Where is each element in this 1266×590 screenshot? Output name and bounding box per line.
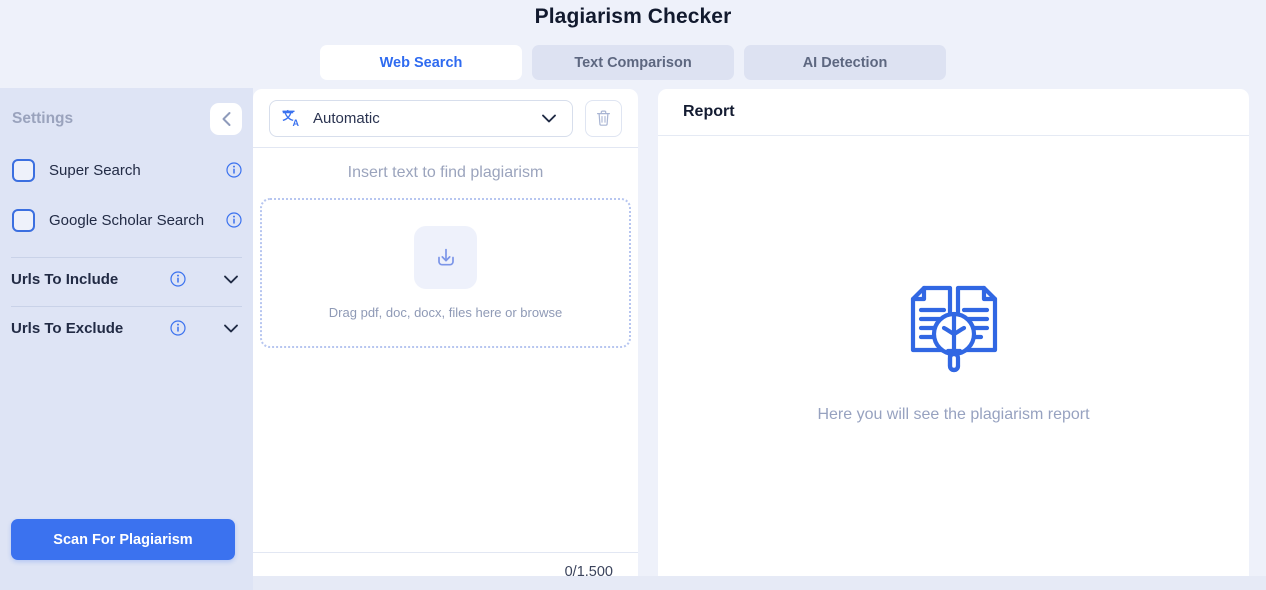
report-title: Report: [683, 103, 735, 120]
main-content: Settings Super Search Google Scholar Sea…: [0, 88, 1266, 590]
page-title: Plagiarism Checker: [534, 5, 732, 28]
translate-icon: 文 A: [282, 109, 300, 128]
info-icon[interactable]: [226, 162, 242, 178]
chevron-down-icon[interactable]: [538, 107, 560, 129]
setting-google-scholar-search[interactable]: Google Scholar Search: [11, 205, 242, 235]
dropzone-text: Drag pdf, doc, docx, files here or brows…: [328, 305, 563, 320]
settings-sidebar: Settings Super Search Google Scholar Sea…: [0, 88, 253, 590]
documents-magnifier-icon: [910, 285, 997, 373]
urls-to-exclude-label: Urls To Exclude: [11, 319, 124, 337]
editor-body[interactable]: Insert text to find plagiarism Drag pdf,…: [253, 148, 638, 552]
urls-to-include-label: Urls To Include: [11, 270, 119, 288]
chevron-left-icon: [222, 112, 230, 126]
insert-text-hint: Insert text to find plagiarism: [347, 164, 544, 181]
chevron-down-icon[interactable]: [220, 317, 242, 339]
report-empty-text: Here you will see the plagiarism report: [817, 406, 1090, 423]
trash-icon: [597, 110, 610, 126]
upload-icon-tile: [414, 226, 477, 289]
chevron-down-icon[interactable]: [220, 268, 242, 290]
bottom-strip: [0, 576, 1266, 590]
super-search-label: Super Search: [49, 161, 141, 179]
bottom-strip-sidebar-fill: [0, 576, 253, 590]
report-panel: Report Here you will see the plagiarism …: [658, 89, 1249, 590]
section-urls-to-include[interactable]: Urls To Include: [11, 258, 242, 300]
super-search-checkbox[interactable]: [12, 158, 35, 182]
sidebar-header: Settings: [11, 88, 242, 135]
info-icon[interactable]: [226, 212, 242, 228]
setting-super-search[interactable]: Super Search: [11, 155, 242, 185]
tab-ai-detection[interactable]: AI Detection: [744, 45, 946, 80]
info-icon[interactable]: [170, 271, 186, 287]
app-header: Plagiarism Checker Web Search Text Compa…: [0, 0, 1266, 88]
text-editor-panel: 文 A Automatic Insert text to find plagia…: [253, 89, 638, 590]
section-urls-to-exclude[interactable]: Urls To Exclude: [11, 307, 242, 349]
language-value: Automatic: [313, 109, 380, 127]
settings-title: Settings: [12, 110, 74, 127]
clear-text-button[interactable]: [585, 99, 622, 137]
tab-web-search[interactable]: Web Search: [320, 45, 522, 80]
google-scholar-search-checkbox[interactable]: [12, 208, 35, 232]
tab-bar: Web Search Text Comparison AI Detection: [320, 45, 946, 80]
scan-for-plagiarism-button[interactable]: Scan For Plagiarism: [11, 519, 235, 560]
info-icon[interactable]: [170, 320, 186, 336]
file-dropzone[interactable]: Drag pdf, doc, docx, files here or brows…: [260, 198, 631, 348]
language-select[interactable]: 文 A Automatic: [269, 99, 573, 137]
editor-toolbar: 文 A Automatic: [253, 89, 638, 148]
download-arrow-icon: [437, 248, 454, 266]
sidebar-collapse-button[interactable]: [210, 103, 242, 135]
svg-text:A: A: [293, 118, 300, 128]
tab-text-comparison[interactable]: Text Comparison: [532, 45, 734, 80]
report-header: Report: [658, 89, 1249, 136]
google-scholar-search-label: Google Scholar Search: [49, 211, 205, 229]
report-empty-state: Here you will see the plagiarism report: [658, 136, 1249, 590]
